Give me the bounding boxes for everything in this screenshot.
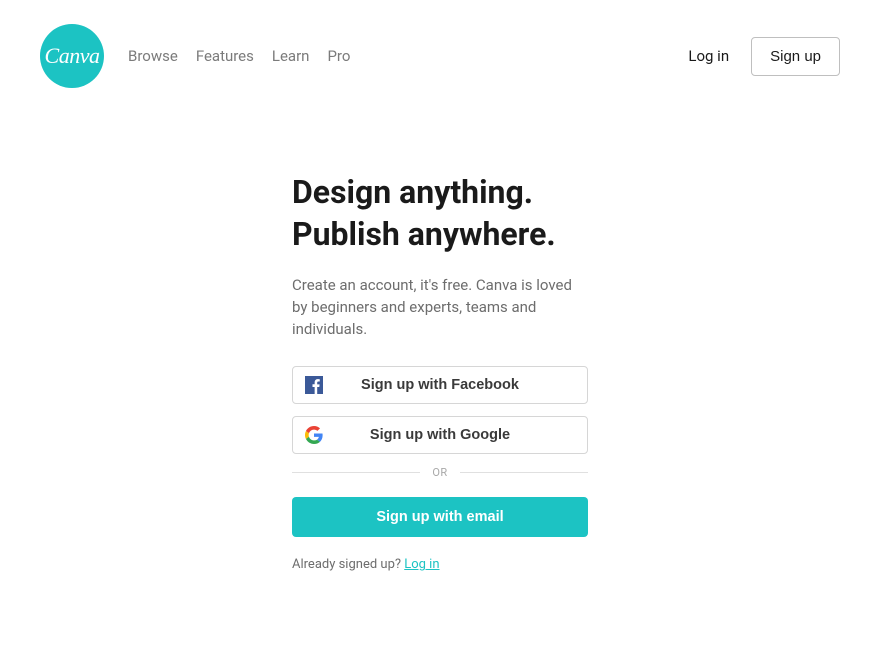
divider: OR	[292, 466, 588, 479]
headline-line2: Publish anywhere.	[292, 214, 588, 256]
header: Canva Browse Features Learn Pro Log in S…	[0, 0, 880, 112]
logo[interactable]: Canva	[40, 24, 104, 88]
signup-facebook-button[interactable]: Sign up with Facebook	[292, 366, 588, 404]
already-text: Already signed up?	[292, 557, 404, 572]
logo-text: Canva	[45, 43, 100, 69]
nav-features[interactable]: Features	[196, 47, 254, 65]
login-link[interactable]: Log in	[688, 47, 729, 65]
headline-line1: Design anything.	[292, 172, 588, 214]
header-right: Log in Sign up	[688, 37, 840, 76]
subtext: Create an account, it's free. Canva is l…	[292, 275, 588, 340]
signup-button[interactable]: Sign up	[751, 37, 840, 76]
nav-learn[interactable]: Learn	[272, 47, 310, 65]
already-signed-up: Already signed up? Log in	[292, 557, 588, 572]
facebook-icon	[305, 376, 323, 394]
header-left: Canva Browse Features Learn Pro	[40, 24, 350, 88]
nav-browse[interactable]: Browse	[128, 47, 178, 65]
signup-facebook-label: Sign up with Facebook	[305, 377, 575, 393]
nav-pro[interactable]: Pro	[327, 47, 350, 65]
signup-google-label: Sign up with Google	[305, 427, 575, 443]
google-icon	[305, 426, 323, 444]
signup-google-button[interactable]: Sign up with Google	[292, 416, 588, 454]
divider-line-right	[460, 472, 588, 473]
headline: Design anything. Publish anywhere.	[292, 172, 588, 255]
divider-line-left	[292, 472, 420, 473]
signup-panel: Design anything. Publish anywhere. Creat…	[292, 172, 588, 572]
main: Design anything. Publish anywhere. Creat…	[0, 172, 880, 572]
already-login-link[interactable]: Log in	[404, 557, 439, 572]
signup-email-button[interactable]: Sign up with email	[292, 497, 588, 537]
divider-text: OR	[420, 466, 459, 479]
nav: Browse Features Learn Pro	[128, 47, 350, 65]
